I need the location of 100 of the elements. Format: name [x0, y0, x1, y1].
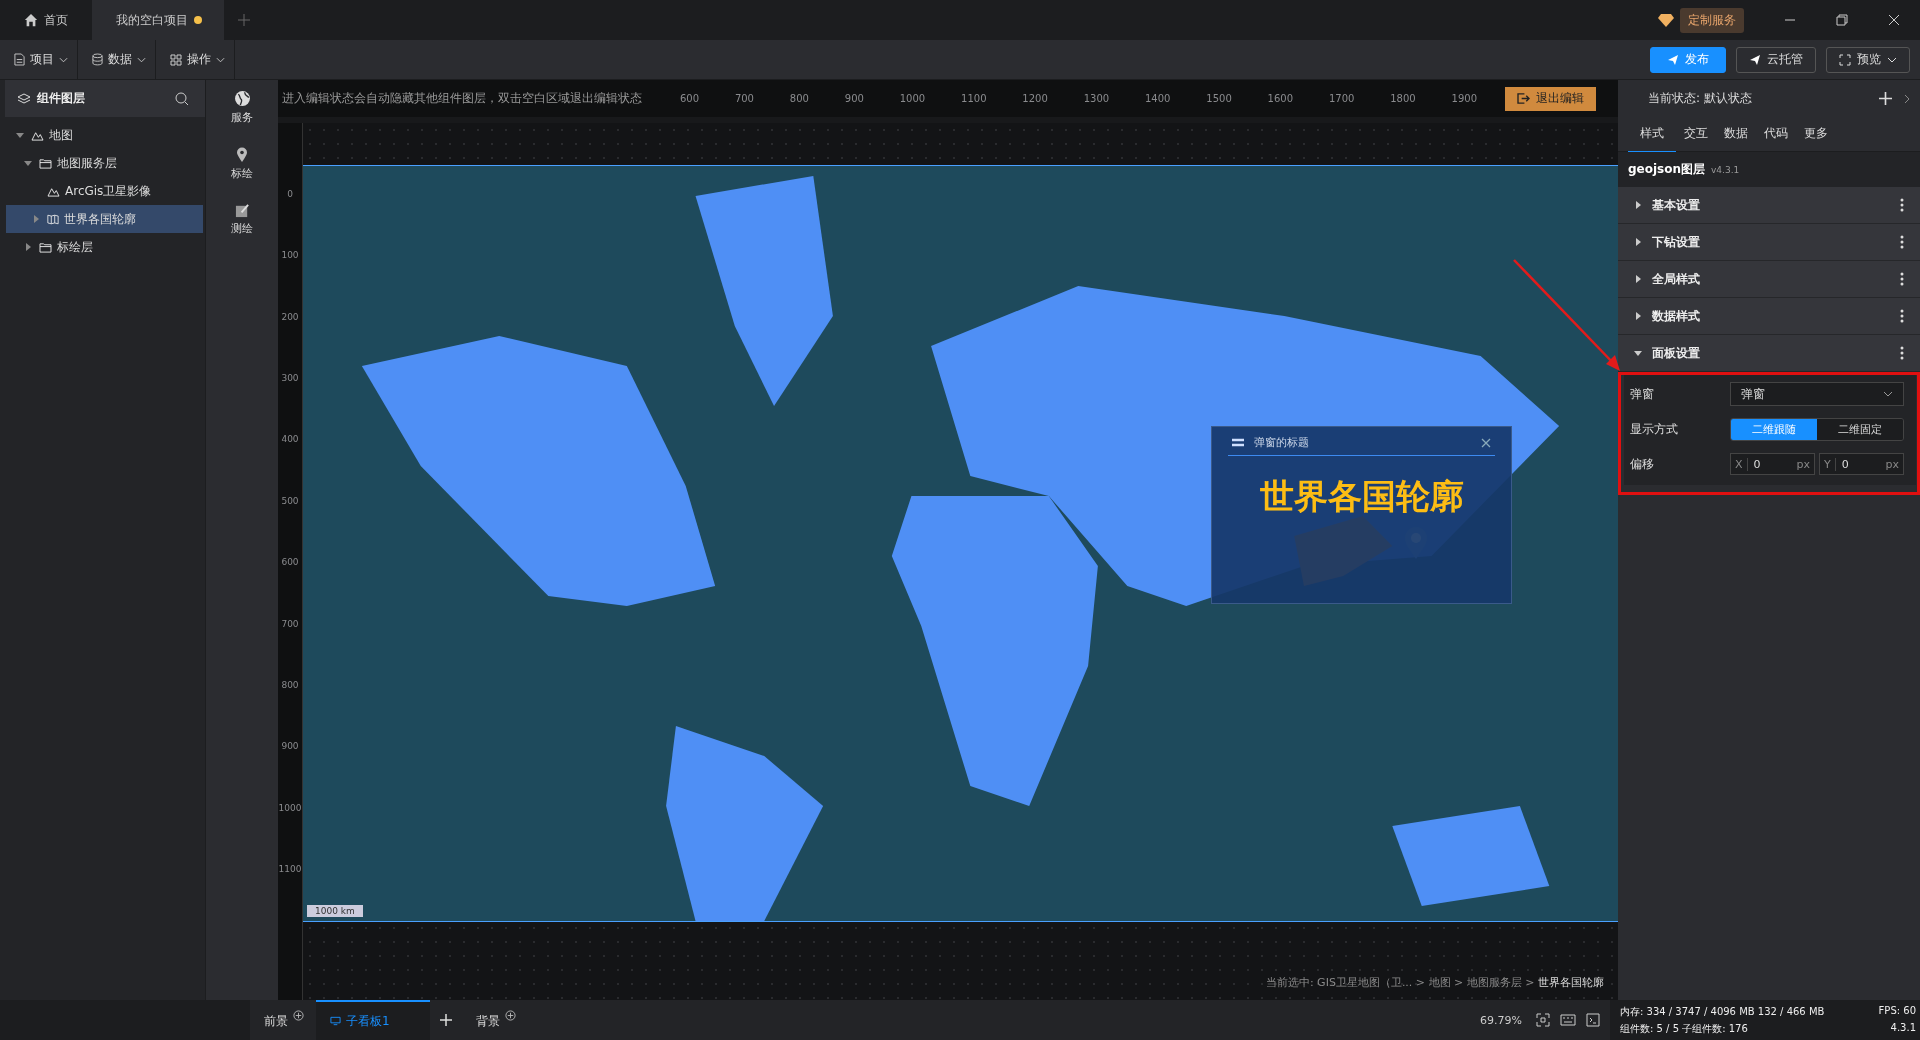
board-tab[interactable]: 子看板1 [316, 1000, 430, 1040]
ruler-label: 800 [281, 679, 299, 690]
ruler-label: 1100 [961, 93, 987, 104]
more-icon[interactable] [1900, 309, 1904, 323]
edit-hint: 进入编辑状态会自动隐藏其他组件图层，双击空白区域退出编辑状态 [281, 90, 642, 107]
mountain-icon [31, 129, 44, 141]
ruler-label: 300 [281, 372, 299, 383]
ruler-label: 1500 [1206, 93, 1232, 104]
board-tab[interactable]: 前景 [250, 1000, 316, 1040]
ruler-label: 700 [734, 93, 754, 104]
panel-tab[interactable]: 交互 [1676, 115, 1716, 153]
fullscreen-icon [1839, 53, 1851, 66]
keyboard-icon[interactable] [1560, 1014, 1576, 1026]
search-icon[interactable] [175, 91, 189, 106]
settings-section[interactable]: 全局样式 [1618, 261, 1920, 298]
settings-section[interactable]: 面板设置 [1618, 335, 1920, 372]
zoom-level: 69.79% [1480, 1013, 1522, 1027]
edit-icon [234, 203, 250, 218]
selection-breadcrumb: 当前选中: GIS卫星地图（卫... > 地图 > 地图服务层 > 世界各国轮廓 [1265, 975, 1604, 990]
menu-button[interactable]: 数据 [78, 39, 156, 80]
memory-usage: 内存: 334 / 3747 / 4096 MB 132 / 466 MB [1620, 1004, 1825, 1019]
caret-icon [1634, 275, 1642, 283]
caret-icon [1887, 56, 1897, 63]
folder-icon [39, 241, 52, 253]
diamond-icon [1658, 13, 1674, 27]
app-version: 4.3.1 [1890, 1021, 1916, 1035]
tool-button[interactable]: 标绘 [231, 147, 253, 181]
menu-button[interactable]: 项目 [0, 39, 78, 80]
location-pin-icon [236, 147, 248, 163]
ruler-label: 1900 [1451, 93, 1477, 104]
caret-icon [32, 215, 40, 223]
field-label: 弹窗 [1630, 385, 1655, 403]
chevron-icon[interactable] [1904, 93, 1910, 104]
settings-section[interactable]: 基本设置 [1618, 187, 1920, 224]
ruler-label: 1700 [1328, 93, 1355, 104]
mountain-icon [47, 185, 60, 197]
ruler-label: 700 [281, 618, 299, 629]
ruler-label: 1100 [278, 864, 302, 875]
fps-counter: FPS: 60 [1878, 1004, 1916, 1018]
add-circle-icon[interactable] [293, 1009, 304, 1021]
map-icon [47, 213, 59, 225]
more-icon[interactable] [1900, 198, 1904, 212]
menu-button[interactable]: 操作 [156, 39, 235, 80]
field-label: 偏移 [1630, 455, 1655, 473]
component-name: geojson图层 [1628, 161, 1705, 178]
popup-content: 世界各国轮廓 [1259, 475, 1464, 518]
hosting-button[interactable]: 云托管 [1736, 46, 1816, 73]
ruler-label: 400 [281, 434, 299, 445]
more-icon[interactable] [1900, 235, 1904, 249]
window-tab[interactable]: 我的空白项目 [92, 0, 224, 40]
panel-tab[interactable]: 更多 [1796, 115, 1836, 153]
layer-tree-item[interactable]: 标绘层 [6, 233, 203, 261]
more-icon[interactable] [1900, 346, 1904, 360]
restore-icon[interactable] [1836, 14, 1848, 26]
panel-tab[interactable]: 代码 [1756, 115, 1796, 153]
ruler-label: 100 [281, 250, 299, 261]
layers-icon [17, 92, 31, 105]
ruler-label: 600 [679, 93, 699, 104]
popup-select[interactable]: 弹窗 [1730, 382, 1904, 406]
tool-button[interactable]: 服务 [231, 90, 253, 125]
layer-tree-item[interactable]: 世界各国轮廓 [6, 205, 203, 233]
field-label: 显示方式 [1630, 421, 1679, 438]
board-tab[interactable]: 背景 [461, 1000, 528, 1040]
grid-icon [170, 53, 182, 66]
caret-icon [24, 159, 32, 167]
caret-icon [1634, 201, 1642, 209]
caret-icon [59, 56, 68, 63]
home-icon [24, 13, 38, 27]
ruler-label: 200 [281, 311, 299, 322]
ruler-label: 1800 [1390, 93, 1416, 104]
panel-tab[interactable]: 数据 [1716, 115, 1756, 153]
exit-icon [1517, 93, 1530, 104]
unsaved-dot [194, 16, 202, 24]
exit-edit-button[interactable]: 退出编辑 [1505, 86, 1596, 111]
layer-tree-item[interactable]: 地图 [6, 121, 203, 149]
segment-option[interactable]: 二维固定 [1817, 419, 1903, 440]
popup-title: 弹窗的标题 [1254, 435, 1309, 450]
settings-section[interactable]: 下钻设置 [1618, 224, 1920, 261]
custom-service-button[interactable]: 定制服务 [1680, 7, 1744, 33]
ruler-label: 800 [789, 93, 809, 104]
database-icon [92, 53, 103, 66]
window-tab[interactable]: 首页 [0, 0, 92, 40]
close-icon[interactable] [1888, 14, 1900, 26]
add-circle-icon[interactable] [504, 1009, 516, 1021]
offset-field[interactable]: X 0 px [1730, 453, 1815, 475]
layer-tree-item[interactable]: 地图服务层 [6, 149, 203, 177]
component-count: 组件数: 5 / 5 子组件数: 176 [1620, 1021, 1748, 1036]
fit-screen-icon[interactable] [1536, 1013, 1550, 1027]
ruler-label: 1600 [1267, 93, 1294, 104]
ruler-label: 600 [281, 557, 299, 568]
terminal-icon[interactable] [1586, 1013, 1600, 1027]
tool-button[interactable]: 测绘 [231, 203, 253, 236]
settings-section[interactable]: 数据样式 [1618, 298, 1920, 335]
more-icon[interactable] [1900, 272, 1904, 286]
layer-tree-item[interactable]: ArcGis卫星影像 [6, 177, 203, 205]
offset-field[interactable]: Y 0 px [1819, 453, 1904, 475]
ruler-label: 500 [281, 495, 299, 506]
preview-button[interactable]: 预览 [1826, 46, 1910, 73]
ruler-label: 0 [287, 188, 293, 199]
ruler-label: 1300 [1083, 93, 1110, 104]
